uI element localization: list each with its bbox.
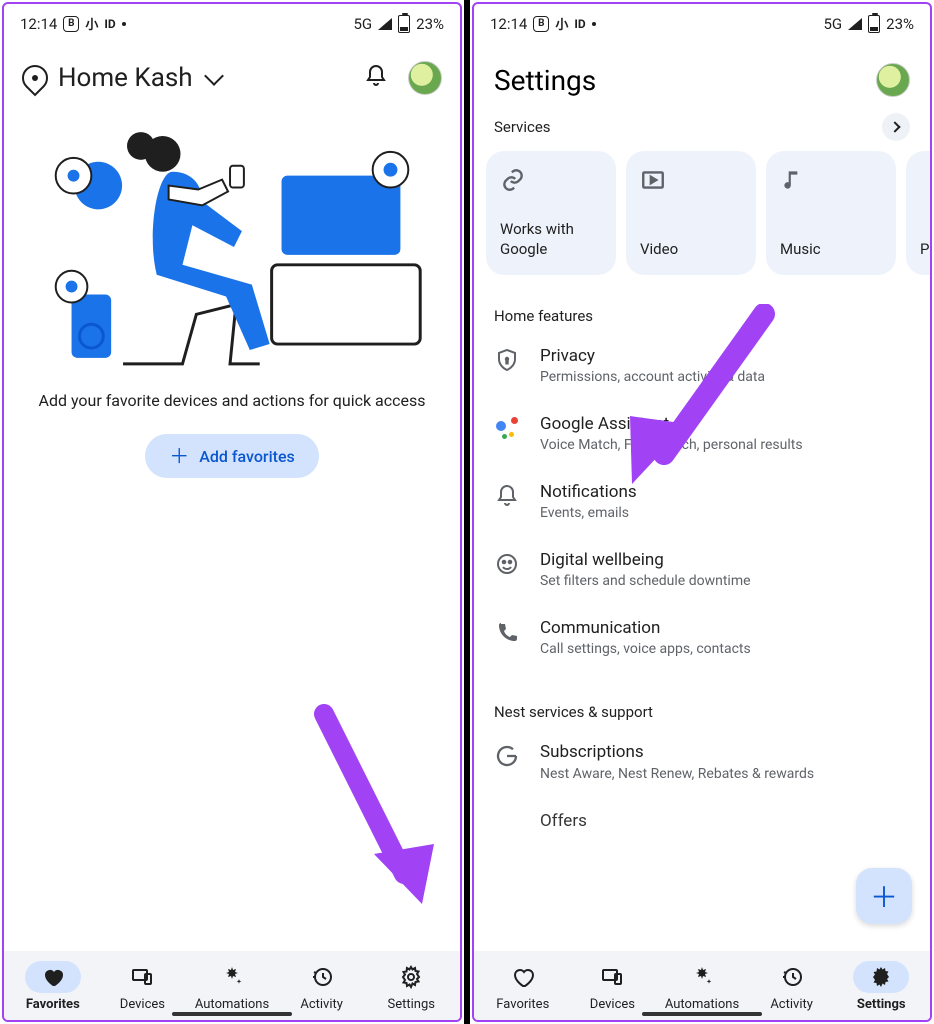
home-name: Home Kash bbox=[58, 63, 193, 93]
status-icon-b: B bbox=[533, 16, 549, 32]
nav-settings[interactable]: Settings bbox=[836, 961, 926, 1012]
google-g-icon bbox=[494, 743, 520, 769]
plus-icon: ＋ bbox=[169, 446, 189, 466]
service-music[interactable]: Music bbox=[766, 151, 896, 275]
service-works-with-google[interactable]: Works with Google bbox=[486, 151, 616, 275]
notifications-button[interactable] bbox=[364, 64, 388, 92]
row-offers[interactable]: Offers bbox=[474, 796, 930, 838]
home-selector[interactable]: Home Kash bbox=[22, 63, 221, 93]
settings-header: Settings bbox=[474, 39, 930, 105]
nav-devices[interactable]: Devices bbox=[98, 961, 188, 1012]
network-label: 5G bbox=[823, 15, 842, 33]
avatar[interactable] bbox=[408, 61, 442, 95]
row-digital-wellbeing[interactable]: Digital wellbeing Set filters and schedu… bbox=[474, 535, 930, 603]
network-label: 5G bbox=[354, 15, 373, 33]
nav-automations[interactable]: Automations bbox=[187, 961, 277, 1012]
signal-icon bbox=[378, 18, 392, 30]
tutorial-arrow bbox=[304, 704, 444, 924]
nav-favorites[interactable]: Favorites bbox=[478, 961, 568, 1012]
add-favorites-label: Add favorites bbox=[199, 447, 295, 466]
bottom-nav: Favorites Devices Automations Activity S… bbox=[474, 951, 930, 1020]
fab-add[interactable]: ＋ bbox=[856, 868, 912, 924]
music-icon bbox=[780, 167, 882, 195]
chevron-right-icon bbox=[882, 113, 910, 141]
signal-icon bbox=[848, 18, 862, 30]
link-icon bbox=[500, 167, 602, 195]
service-overflow[interactable]: P bbox=[906, 151, 930, 275]
avatar[interactable] bbox=[876, 63, 910, 97]
nest-services-label: Nest services & support bbox=[474, 671, 930, 727]
service-video[interactable]: Video bbox=[626, 151, 756, 275]
status-bar: 12:14 B 小 ID 5G 23% bbox=[4, 4, 460, 39]
battery-icon bbox=[398, 15, 410, 33]
status-icon-a: 小 bbox=[85, 14, 98, 33]
status-icon-id: ID bbox=[104, 17, 115, 31]
plus-icon: ＋ bbox=[870, 876, 898, 916]
home-features-label: Home features bbox=[474, 275, 930, 331]
chevron-down-icon bbox=[204, 66, 224, 86]
favorites-empty-text: Add your favorite devices and actions fo… bbox=[4, 383, 460, 418]
favorites-illustration bbox=[24, 115, 440, 375]
wellbeing-icon bbox=[494, 551, 520, 577]
home-header: Home Kash bbox=[4, 39, 460, 105]
row-google-assistant[interactable]: Google Assistant Voice Match, Face Match… bbox=[474, 399, 930, 467]
page-title: Settings bbox=[494, 64, 596, 97]
services-label: Services bbox=[494, 118, 551, 136]
battery-label: 23% bbox=[416, 15, 444, 33]
nav-settings[interactable]: Settings bbox=[366, 961, 456, 1012]
row-privacy[interactable]: Privacy Permissions, account activity & … bbox=[474, 331, 930, 399]
battery-icon bbox=[868, 15, 880, 33]
status-icon-a: 小 bbox=[555, 14, 568, 33]
phone-icon bbox=[494, 619, 520, 645]
status-icon-b: B bbox=[63, 16, 79, 32]
row-subscriptions[interactable]: Subscriptions Nest Aware, Nest Renew, Re… bbox=[474, 727, 930, 795]
phone-favorites: 12:14 B 小 ID 5G 23% Home Kash bbox=[2, 2, 462, 1022]
battery-label: 23% bbox=[886, 15, 914, 33]
gesture-bar[interactable] bbox=[642, 1012, 762, 1016]
row-communication[interactable]: Communication Call settings, voice apps,… bbox=[474, 603, 930, 671]
bottom-nav: Favorites Devices Automations Activity S… bbox=[4, 951, 460, 1020]
shield-icon bbox=[494, 347, 520, 373]
status-bar: 12:14 B 小 ID 5G 23% bbox=[474, 4, 930, 39]
row-notifications[interactable]: Notifications Events, emails bbox=[474, 467, 930, 535]
service-cards: Works with Google Video Music P bbox=[474, 151, 930, 275]
location-pin-icon bbox=[17, 60, 54, 97]
status-dot bbox=[592, 22, 596, 26]
nav-favorites[interactable]: Favorites bbox=[8, 961, 98, 1012]
gesture-bar[interactable] bbox=[172, 1012, 292, 1016]
assistant-icon bbox=[494, 415, 520, 441]
services-header[interactable]: Services bbox=[474, 105, 930, 151]
nav-devices[interactable]: Devices bbox=[568, 961, 658, 1012]
bell-icon bbox=[494, 483, 520, 509]
nav-activity[interactable]: Activity bbox=[277, 961, 367, 1012]
status-icon-id: ID bbox=[574, 17, 585, 31]
video-icon bbox=[640, 167, 742, 195]
clock: 12:14 bbox=[490, 15, 527, 33]
status-dot bbox=[122, 22, 126, 26]
nav-activity[interactable]: Activity bbox=[747, 961, 837, 1012]
nav-automations[interactable]: Automations bbox=[657, 961, 747, 1012]
tag-icon bbox=[494, 812, 520, 838]
add-favorites-button[interactable]: ＋ Add favorites bbox=[145, 434, 319, 478]
phone-settings: 12:14 B 小 ID 5G 23% Settings Services Wo… bbox=[472, 2, 932, 1022]
clock: 12:14 bbox=[20, 15, 57, 33]
